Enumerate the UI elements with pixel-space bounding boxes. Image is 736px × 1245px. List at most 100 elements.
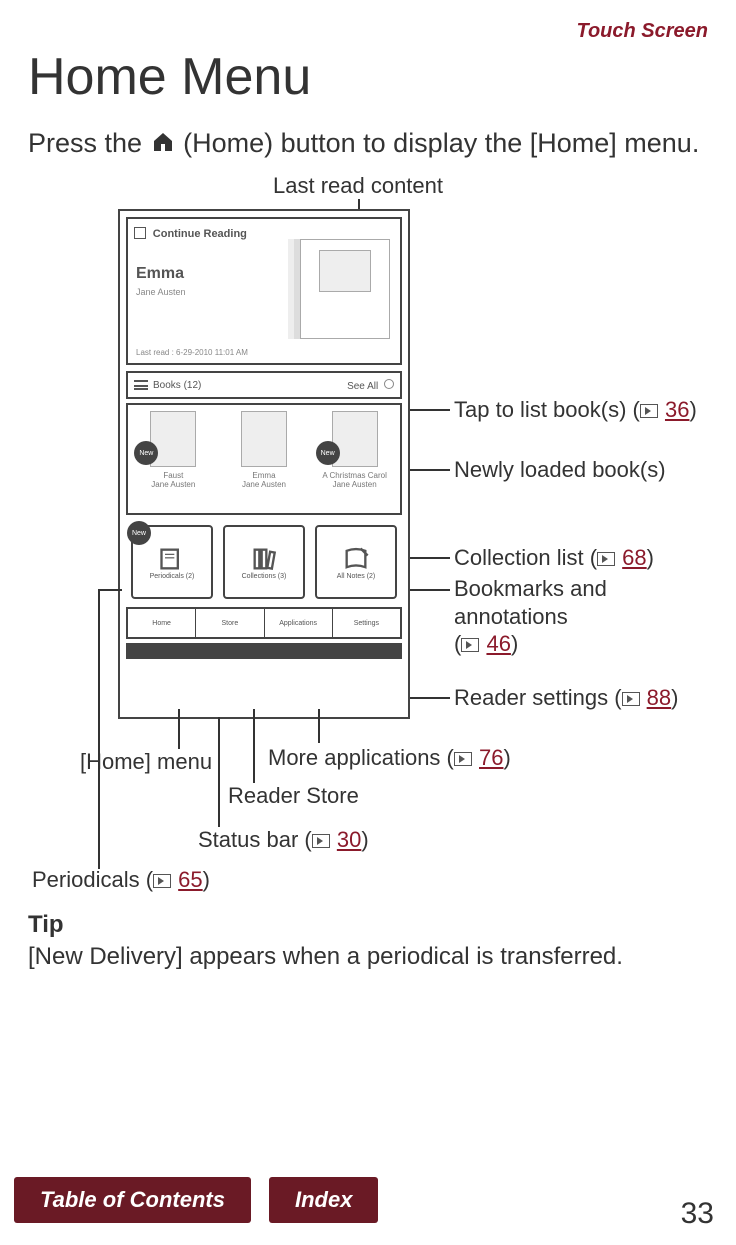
callout-bookmarks: Bookmarks and annotations ( 46) <box>454 575 714 658</box>
connector <box>410 557 450 559</box>
shelf-author: Jane Austen <box>320 480 390 489</box>
connector <box>410 589 450 591</box>
page-ref-icon <box>312 834 330 848</box>
text: ) <box>689 397 696 422</box>
books-bar: Books (12) See All <box>126 371 402 399</box>
tile-label: Periodicals (2) <box>150 573 195 580</box>
connector <box>318 709 320 743</box>
tip-heading: Tip <box>28 911 708 939</box>
page-ref-icon <box>461 638 479 652</box>
text: Collection list ( <box>454 545 597 570</box>
tab-settings: Settings <box>333 609 400 637</box>
tab-store: Store <box>196 609 264 637</box>
tip-body: [New Delivery] appears when a periodical… <box>28 943 708 971</box>
page-link-88[interactable]: 88 <box>647 685 671 710</box>
callout-reader-store: Reader Store <box>228 783 359 809</box>
collections-tile: Collections (3) <box>223 525 305 599</box>
current-book-title: Emma <box>136 265 184 283</box>
callout-reader-settings: Reader settings ( 88) <box>454 685 678 711</box>
current-book-author: Jane Austen <box>136 287 186 297</box>
callout-newly-loaded: Newly loaded book(s) <box>454 457 666 483</box>
device-screenshot: Continue Reading Emma Jane Austen Last r… <box>118 209 410 719</box>
page-number: 33 <box>681 1197 714 1231</box>
shelf-author: Jane Austen <box>138 480 208 489</box>
text: ) <box>671 685 678 710</box>
connector <box>218 717 220 827</box>
intro-text: Press the (Home) button to display the [… <box>28 125 708 163</box>
shelf-title: Emma <box>229 471 299 480</box>
intro-prefix: Press the <box>28 128 150 158</box>
callout-last-read: Last read content <box>273 173 443 199</box>
toc-button[interactable]: Table of Contents <box>14 1177 251 1223</box>
connector <box>253 709 255 783</box>
chevron-right-icon <box>384 379 394 389</box>
text: Reader settings ( <box>454 685 622 710</box>
text: Bookmarks and annotations <box>454 576 607 629</box>
page-link-36[interactable]: 36 <box>665 397 689 422</box>
text: ) <box>511 631 518 656</box>
newspaper-icon <box>158 545 186 573</box>
shelf-title: A Christmas Carol <box>320 471 390 480</box>
callout-more-apps: More applications ( 76) <box>268 745 511 771</box>
text: ) <box>361 827 368 852</box>
continue-label: Continue Reading <box>153 228 247 240</box>
new-badge: New <box>316 441 340 465</box>
index-button[interactable]: Index <box>269 1177 378 1223</box>
list-icon <box>134 380 148 390</box>
notes-tile: All Notes (2) <box>315 525 397 599</box>
page-link-46[interactable]: 46 <box>486 631 510 656</box>
intro-suffix: (Home) button to display the [Home] menu… <box>183 128 699 158</box>
continue-reading-panel: Continue Reading Emma Jane Austen Last r… <box>126 217 402 365</box>
page-link-65[interactable]: 65 <box>178 867 202 892</box>
shelf-book: New A Christmas Carol Jane Austen <box>320 411 390 489</box>
page-link-30[interactable]: 30 <box>337 827 361 852</box>
text: Tap to list book(s) ( <box>454 397 640 422</box>
text: More applications ( <box>268 745 454 770</box>
callout-collection: Collection list ( 68) <box>454 545 654 571</box>
shelf-book: Emma Jane Austen <box>229 411 299 489</box>
connector <box>410 409 450 411</box>
page-ref-icon <box>622 692 640 706</box>
books-count: Books (12) <box>153 380 201 391</box>
periodicals-tile: New Periodicals (2) <box>131 525 213 599</box>
page-link-68[interactable]: 68 <box>622 545 646 570</box>
page-ref-icon <box>597 552 615 566</box>
bottom-tabs: Home Store Applications Settings <box>126 607 402 639</box>
page-ref-icon <box>640 404 658 418</box>
callout-periodicals: Periodicals ( 65) <box>32 867 210 893</box>
diagram-area: Last read content Continue Reading Emma … <box>28 169 708 909</box>
page-ref-icon <box>153 874 171 888</box>
text: Status bar ( <box>198 827 312 852</box>
connector <box>98 589 100 869</box>
connector <box>410 469 450 471</box>
status-bar-mock <box>126 643 402 659</box>
tile-label: Collections (3) <box>242 573 287 580</box>
section-header: Touch Screen <box>28 20 708 43</box>
page-link-76[interactable]: 76 <box>479 745 503 770</box>
page-title: Home Menu <box>28 47 708 107</box>
home-icon <box>150 127 176 163</box>
connector <box>98 589 122 591</box>
callout-status-bar: Status bar ( 30) <box>198 827 369 853</box>
book-cover <box>300 239 390 339</box>
tab-apps: Applications <box>265 609 333 637</box>
tile-label: All Notes (2) <box>337 573 376 580</box>
page-ref-icon <box>454 752 472 766</box>
tile-row: New Periodicals (2) Collections (3) All … <box>126 525 402 599</box>
see-all-label: See All <box>347 381 378 392</box>
last-read-timestamp: Last read : 6-29-2010 11:01 AM <box>136 348 248 357</box>
books-icon <box>250 545 278 573</box>
shelf-book: New Faust Jane Austen <box>138 411 208 489</box>
shelf-title: Faust <box>138 471 208 480</box>
text: ( <box>454 631 461 656</box>
callout-tap-list: Tap to list book(s) ( 36) <box>454 397 697 423</box>
tab-home: Home <box>128 609 196 637</box>
new-badge: New <box>127 521 151 545</box>
connector <box>178 709 180 749</box>
text: ) <box>203 867 210 892</box>
book-shelf: New Faust Jane Austen Emma Jane Austen N… <box>126 403 402 515</box>
text: ) <box>503 745 510 770</box>
text: ) <box>647 545 654 570</box>
notes-icon <box>342 545 370 573</box>
connector <box>410 697 450 699</box>
